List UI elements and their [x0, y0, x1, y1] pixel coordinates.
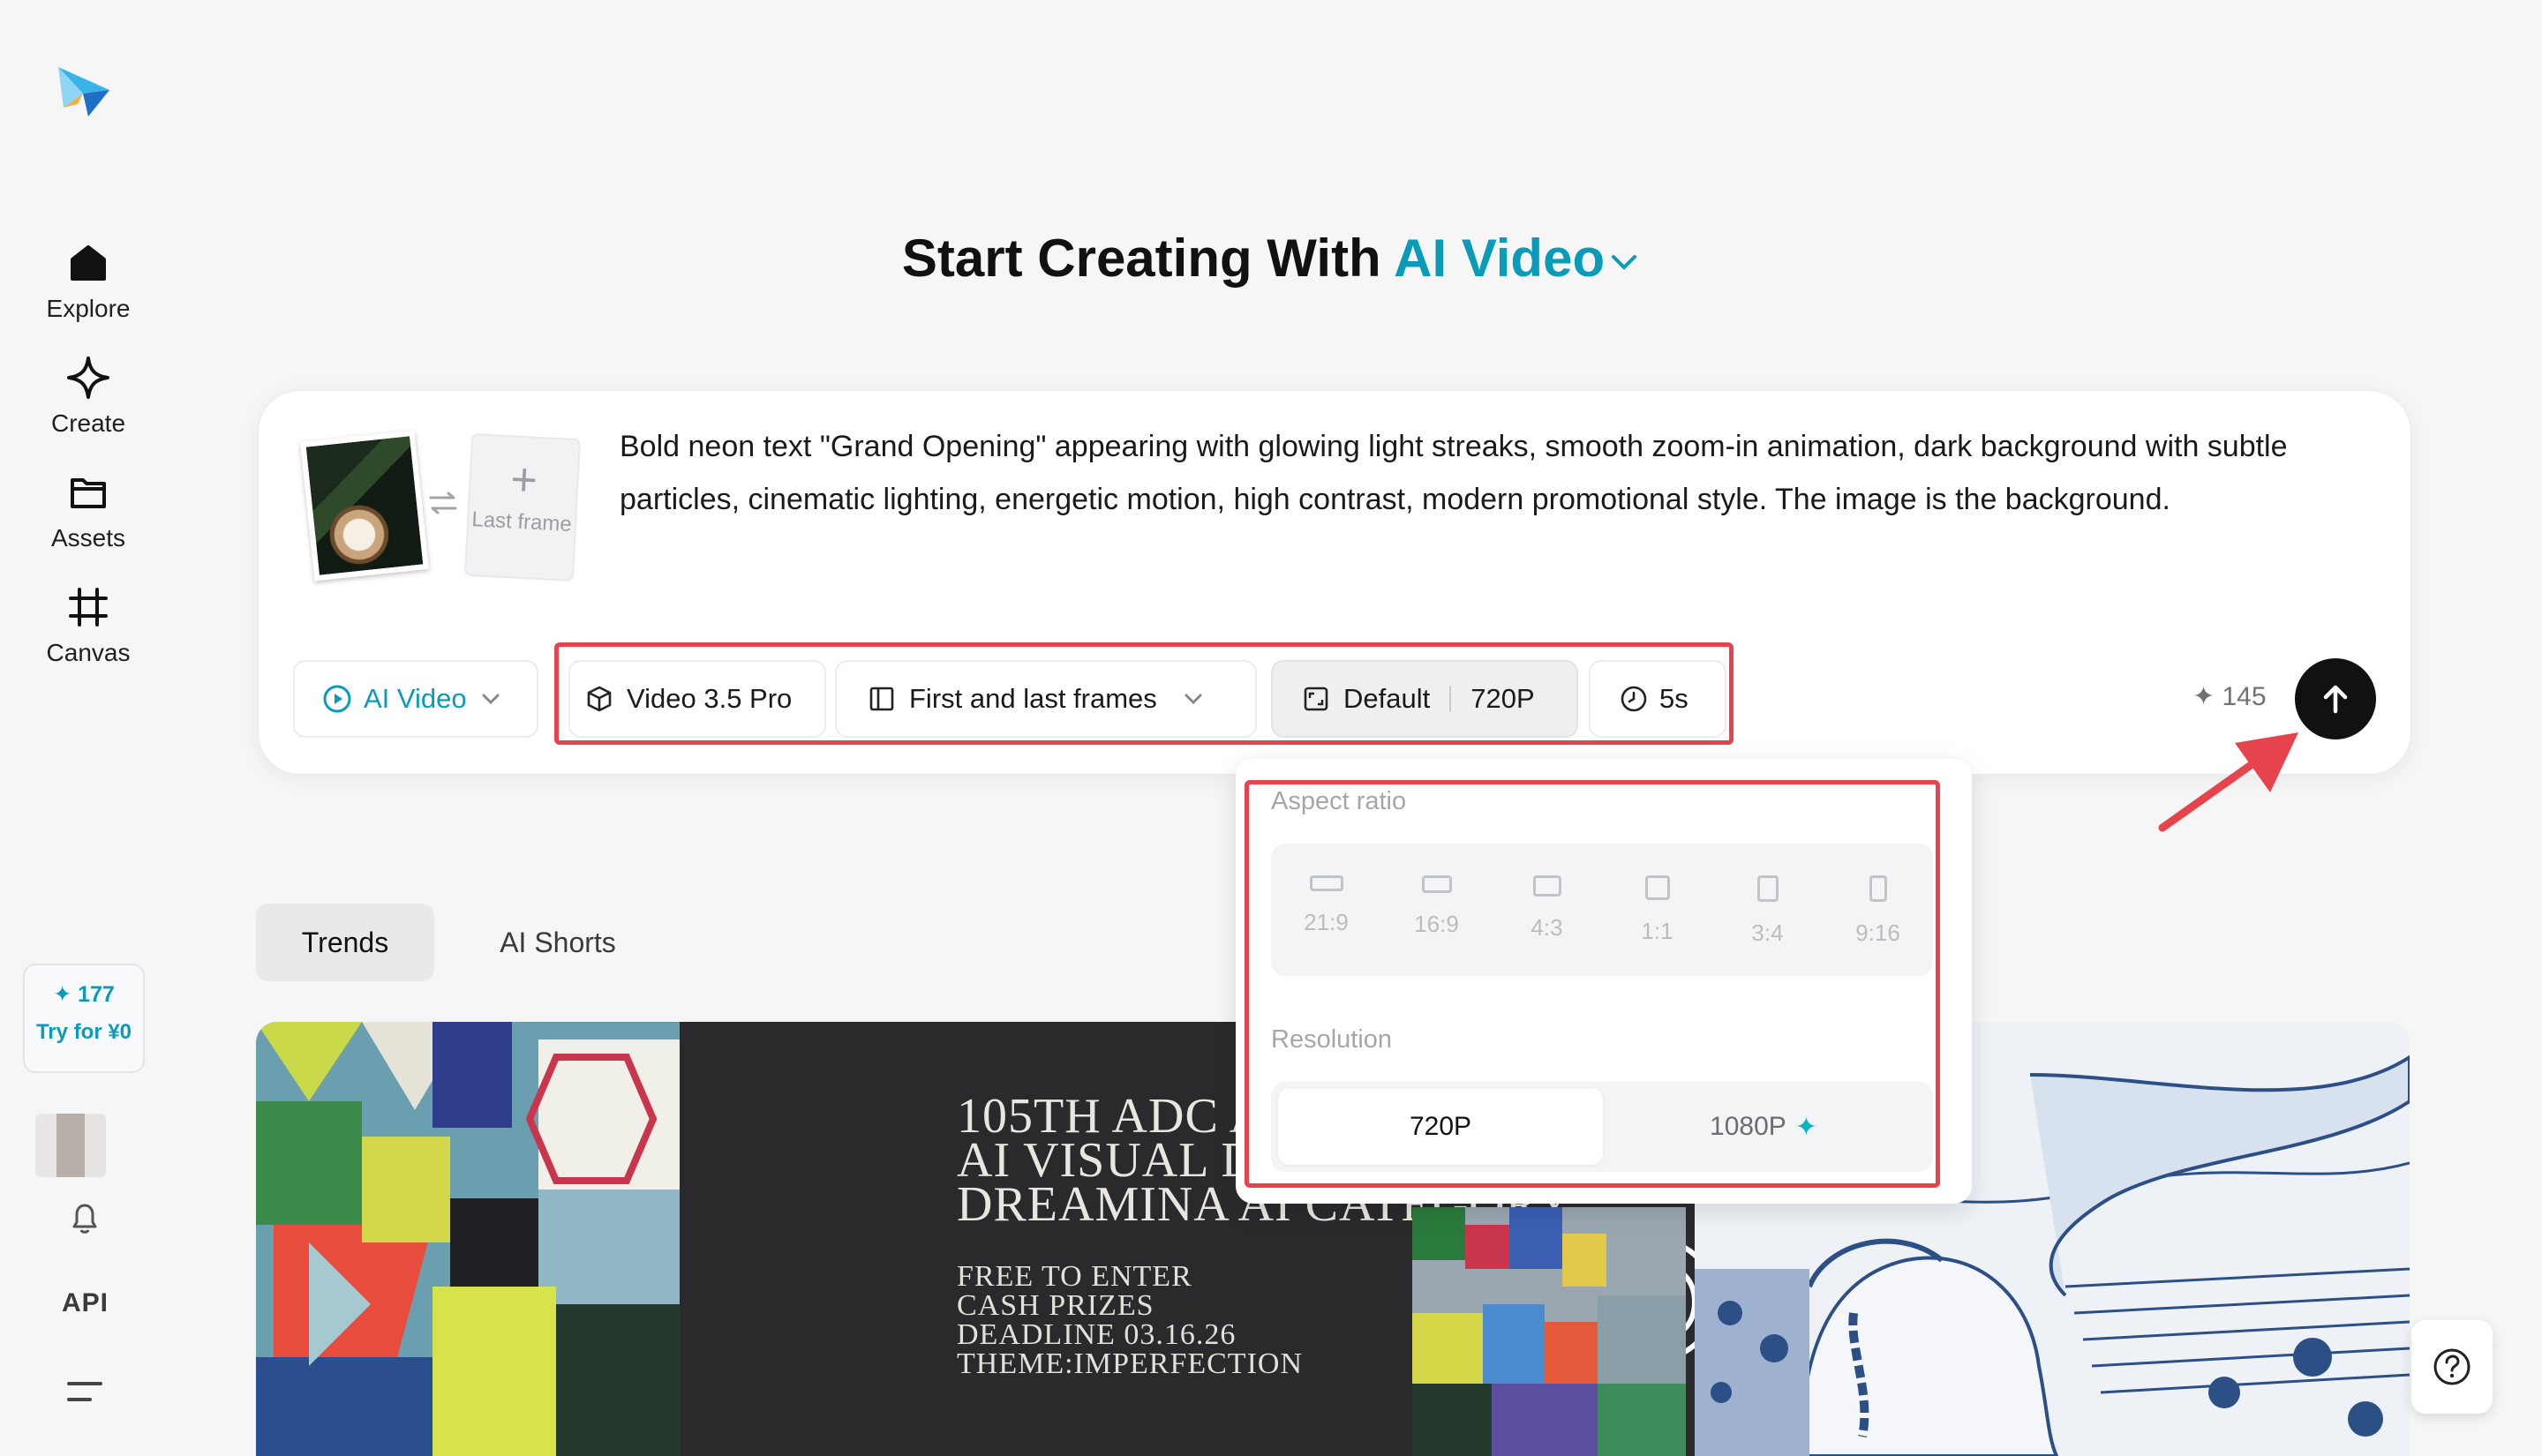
ratio-4-3-icon [1532, 875, 1561, 897]
sidebar-item-label: Canvas [46, 639, 131, 666]
resolution-option-1080p[interactable]: 1080P ✦ [1601, 1089, 1926, 1165]
heading-prefix: Start Creating With [901, 229, 1395, 288]
credits-count: ✦ 177 [53, 982, 115, 1007]
aspect-option-label: 21:9 [1304, 909, 1349, 935]
video-mode-icon [323, 685, 351, 713]
sidebar-item-assets[interactable]: Assets [18, 469, 159, 552]
first-frame-thumbnail[interactable] [300, 430, 429, 582]
model-select-label: Video 3.5 Pro [627, 683, 793, 714]
resolution-label: 720P [1470, 683, 1535, 714]
help-button[interactable] [2411, 1320, 2493, 1414]
ratio-1-1-icon [1644, 875, 1670, 900]
poster-details: FREE TO ENTER CASH PRIZES DEADLINE 03.16… [957, 1260, 1303, 1380]
premium-sparkle-icon: ✦ [1794, 1112, 1817, 1142]
try-free-link: Try for ¥0 [35, 1020, 132, 1044]
sidebar: Explore Create Assets Canvas ✦ 177 Try f… [0, 0, 177, 1456]
divider [1449, 686, 1452, 712]
tab-ai-shorts[interactable]: AI Shorts [470, 904, 646, 981]
bell-icon[interactable] [65, 1198, 104, 1237]
aspect-option-3-4[interactable]: 3:4 [1712, 844, 1823, 976]
resolution-option-720p[interactable]: 720P [1278, 1089, 1603, 1165]
chevron-down-icon [482, 694, 500, 705]
last-frame-label: Last frame [470, 507, 573, 537]
chevron-down-icon [1185, 694, 1202, 705]
aspect-option-4-3[interactable]: 4:3 [1492, 844, 1602, 976]
resolution-option-label: 720P [1409, 1112, 1472, 1141]
sidebar-item-label: Create [50, 409, 126, 437]
frames-select-label: First and last frames [909, 683, 1157, 714]
sidebar-item-create[interactable]: Create [18, 355, 159, 438]
aspect-ratio-icon [1304, 687, 1328, 711]
last-frame-upload[interactable]: + Last frame [463, 432, 582, 582]
cube-icon [587, 686, 612, 712]
model-select[interactable]: Video 3.5 Pro [568, 660, 826, 738]
avatar[interactable] [35, 1114, 106, 1177]
gallery-item-geometric[interactable] [256, 1022, 680, 1456]
aspect-option-21-9[interactable]: 21:9 [1271, 844, 1381, 976]
credits-card[interactable]: ✦ 177 Try for ¥0 [23, 964, 145, 1073]
aspect-ratio-options: 21:9 16:9 4:3 1:1 3:4 9:16 [1271, 844, 1933, 976]
aspect-option-label: 1:1 [1641, 918, 1673, 944]
aspect-option-9-16[interactable]: 9:16 [1823, 844, 1933, 976]
duration-select[interactable]: 5s [1589, 660, 1726, 738]
chevron-down-icon [1612, 255, 1637, 270]
sidebar-item-canvas[interactable]: Canvas [18, 584, 159, 667]
sparkle-icon [67, 356, 109, 399]
ratio-3-4-icon [1756, 875, 1779, 902]
gallery-item-mosaic[interactable] [1412, 1207, 1686, 1456]
sidebar-item-label: Explore [46, 295, 131, 322]
aspect-option-label: 3:4 [1751, 919, 1784, 946]
folder-icon [71, 478, 106, 508]
ratio-16-9-icon [1421, 875, 1452, 893]
menu-icon[interactable] [65, 1378, 104, 1405]
mode-select[interactable]: AI Video [293, 660, 538, 738]
resolution-option-label: 1080P [1710, 1112, 1786, 1141]
generation-cost: ✦ 145 [2192, 682, 2267, 711]
tab-trends[interactable]: Trends [256, 904, 434, 981]
ratio-21-9-icon [1309, 875, 1343, 891]
aspect-option-16-9[interactable]: 16:9 [1381, 844, 1492, 976]
plus-icon: + [508, 454, 539, 507]
mode-select-label: AI Video [364, 683, 467, 714]
api-link[interactable]: API [62, 1288, 109, 1318]
resolution-section-label: Resolution [1271, 1025, 1393, 1054]
generate-button[interactable] [2295, 658, 2376, 739]
dreamina-logo[interactable] [53, 58, 115, 120]
question-icon [2433, 1348, 2471, 1385]
prompt-input[interactable]: Bold neon text "Grand Opening" appearing… [620, 420, 2350, 526]
frames-icon [869, 687, 894, 711]
clock-icon [1621, 686, 1647, 712]
swap-icon[interactable] [427, 491, 459, 515]
resolution-options: 720P 1080P ✦ [1271, 1082, 1933, 1172]
aspect-option-label: 9:16 [1855, 919, 1900, 946]
arrow-up-icon [2323, 685, 2348, 714]
aspect-option-label: 4:3 [1530, 914, 1563, 941]
page-title: Start Creating With AI Video [0, 228, 2542, 289]
ratio-9-16-icon [1869, 875, 1887, 902]
ratio-resolution-select[interactable]: Default 720P [1271, 660, 1578, 738]
aspect-option-1-1[interactable]: 1:1 [1602, 844, 1712, 976]
ratio-label: Default [1343, 683, 1431, 714]
frame-icon [69, 588, 108, 627]
sidebar-item-label: Assets [50, 524, 126, 552]
duration-label: 5s [1659, 683, 1688, 714]
frames-select[interactable]: First and last frames [835, 660, 1257, 738]
mode-switcher-label: AI Video [1394, 229, 1606, 288]
aspect-ratio-label: Aspect ratio [1271, 787, 1407, 815]
mode-switcher[interactable]: AI Video [1394, 229, 1640, 288]
aspect-option-label: 16:9 [1414, 911, 1459, 937]
